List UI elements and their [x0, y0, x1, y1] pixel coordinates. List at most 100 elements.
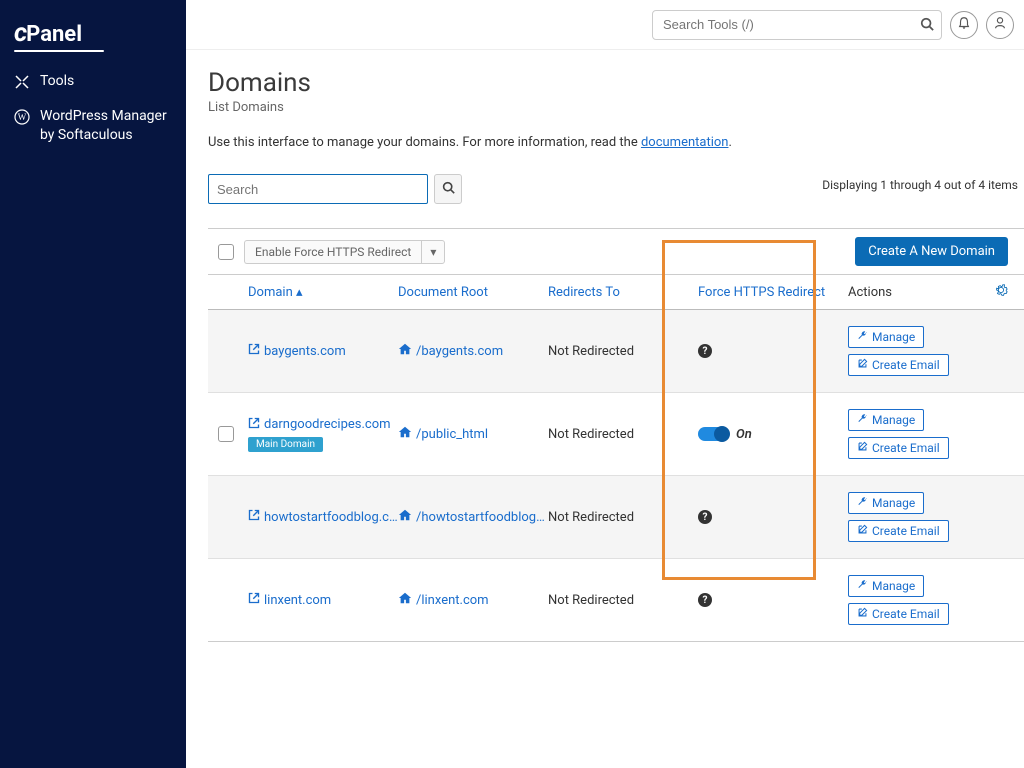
external-link-icon: [248, 592, 260, 608]
document-root-path: /public_html: [416, 427, 488, 442]
notifications-button[interactable]: [950, 11, 978, 39]
document-root-link[interactable]: /baygents.com: [398, 342, 503, 360]
user-icon: [993, 16, 1007, 34]
document-root-path: /linxent.com: [416, 593, 489, 608]
documentation-link[interactable]: documentation: [641, 135, 729, 150]
gear-icon[interactable]: [994, 283, 1008, 301]
col-redirects-to[interactable]: Redirects To: [548, 285, 698, 300]
wrench-icon: [857, 496, 868, 510]
sidebar-item-tools[interactable]: Tools: [0, 62, 186, 101]
select-all-checkbox[interactable]: [218, 244, 234, 260]
create-email-button[interactable]: Create Email: [848, 354, 949, 376]
domain-link[interactable]: linxent.com: [248, 592, 331, 608]
domains-table: Enable Force HTTPS Redirect ▾ Create A N…: [208, 228, 1024, 642]
filter-input[interactable]: [208, 174, 428, 204]
edit-icon: [857, 524, 868, 538]
document-root-link[interactable]: /public_html: [398, 425, 488, 443]
toggle-label: On: [736, 427, 752, 442]
col-actions: Actions: [848, 283, 1014, 301]
col-document-root[interactable]: Document Root: [398, 285, 548, 300]
intro-text: Use this interface to manage your domain…: [208, 135, 1024, 150]
home-icon: [398, 508, 412, 526]
bulk-action-row: Enable Force HTTPS Redirect ▾ Create A N…: [208, 229, 1024, 275]
sidebar: cPanel Tools W WordPress Manager by Soft…: [0, 0, 186, 768]
domain-link[interactable]: howtostartfoodblog.c…: [248, 509, 398, 525]
external-link-icon: [248, 343, 260, 359]
wrench-icon: [857, 330, 868, 344]
create-email-button[interactable]: Create Email: [848, 520, 949, 542]
filter-search-button[interactable]: [434, 174, 462, 204]
help-icon[interactable]: ?: [698, 344, 712, 358]
document-root-path: /baygents.com: [416, 344, 503, 359]
result-count: Displaying 1 through 4 out of 4 items: [822, 178, 1024, 192]
domain-name: linxent.com: [264, 593, 331, 608]
caret-down-icon: ▾: [430, 245, 436, 259]
logo[interactable]: cPanel: [14, 18, 186, 52]
bulk-enable-https-button[interactable]: Enable Force HTTPS Redirect: [244, 240, 421, 264]
col-domain[interactable]: Domain ▴: [248, 285, 398, 300]
edit-icon: [857, 358, 868, 372]
help-icon[interactable]: ?: [698, 510, 712, 524]
svg-text:W: W: [18, 112, 27, 122]
table-row: howtostartfoodblog.c… /howtostartfoodblog…: [208, 476, 1024, 559]
global-search: [652, 10, 942, 40]
home-icon: [398, 342, 412, 360]
document-root-path: /howtostartfoodblog…: [416, 510, 545, 525]
main-domain-badge: Main Domain: [248, 437, 323, 452]
https-cell: On: [698, 427, 848, 442]
page-subtitle: List Domains: [208, 100, 1024, 115]
document-root-link[interactable]: /howtostartfoodblog…: [398, 508, 545, 526]
wrench-icon: [857, 413, 868, 427]
tools-icon: [14, 74, 30, 90]
manage-button[interactable]: Manage: [848, 575, 924, 597]
https-toggle[interactable]: [698, 427, 728, 441]
bulk-enable-https-dropdown[interactable]: ▾: [421, 240, 445, 264]
sidebar-item-label: Tools: [40, 72, 74, 91]
create-domain-button[interactable]: Create A New Domain: [855, 237, 1008, 266]
home-icon: [398, 425, 412, 443]
create-email-button[interactable]: Create Email: [848, 603, 949, 625]
main-area: Domains List Domains Use this interface …: [186, 0, 1024, 768]
domain-link[interactable]: baygents.com: [248, 343, 346, 359]
domain-name: darngoodrecipes.com: [264, 417, 391, 432]
account-button[interactable]: [986, 11, 1014, 39]
bulk-enable-https: Enable Force HTTPS Redirect ▾: [244, 240, 445, 264]
search-icon: [442, 181, 455, 198]
redirect-status: Not Redirected: [548, 427, 698, 442]
external-link-icon: [248, 509, 260, 525]
bell-icon: [957, 16, 971, 34]
manage-button[interactable]: Manage: [848, 492, 924, 514]
redirect-status: Not Redirected: [548, 510, 698, 525]
edit-icon: [857, 441, 868, 455]
global-search-input[interactable]: [652, 10, 942, 40]
sidebar-item-label: WordPress Manager by Softaculous: [40, 107, 172, 145]
search-icon: [920, 17, 934, 35]
https-cell: ?: [698, 344, 848, 358]
home-icon: [398, 591, 412, 609]
sidebar-item-wordpress[interactable]: W WordPress Manager by Softaculous: [0, 101, 186, 155]
external-link-icon: [248, 417, 260, 433]
create-email-button[interactable]: Create Email: [848, 437, 949, 459]
manage-button[interactable]: Manage: [848, 326, 924, 348]
edit-icon: [857, 607, 868, 621]
top-bar: [186, 0, 1024, 50]
table-row: linxent.com/linxent.com Not Redirected? Ma…: [208, 559, 1024, 641]
row-checkbox[interactable]: [218, 426, 234, 442]
table-row: baygents.com/baygents.com Not Redirected?…: [208, 310, 1024, 393]
domain-name: howtostartfoodblog.c…: [264, 510, 398, 525]
content: Domains List Domains Use this interface …: [186, 50, 1024, 642]
document-root-link[interactable]: /linxent.com: [398, 591, 489, 609]
sort-asc-icon: ▴: [296, 285, 303, 300]
https-cell: ?: [698, 593, 848, 607]
page-title: Domains: [208, 68, 1024, 98]
domain-name: baygents.com: [264, 344, 346, 359]
table-header: Domain ▴ Document Root Redirects To Forc…: [208, 275, 1024, 310]
redirect-status: Not Redirected: [548, 593, 698, 608]
domain-link[interactable]: darngoodrecipes.com: [248, 417, 391, 433]
manage-button[interactable]: Manage: [848, 409, 924, 431]
redirect-status: Not Redirected: [548, 344, 698, 359]
wrench-icon: [857, 579, 868, 593]
wordpress-icon: W: [14, 109, 30, 125]
help-icon[interactable]: ?: [698, 593, 712, 607]
col-force-https[interactable]: Force HTTPS Redirect: [698, 285, 848, 300]
